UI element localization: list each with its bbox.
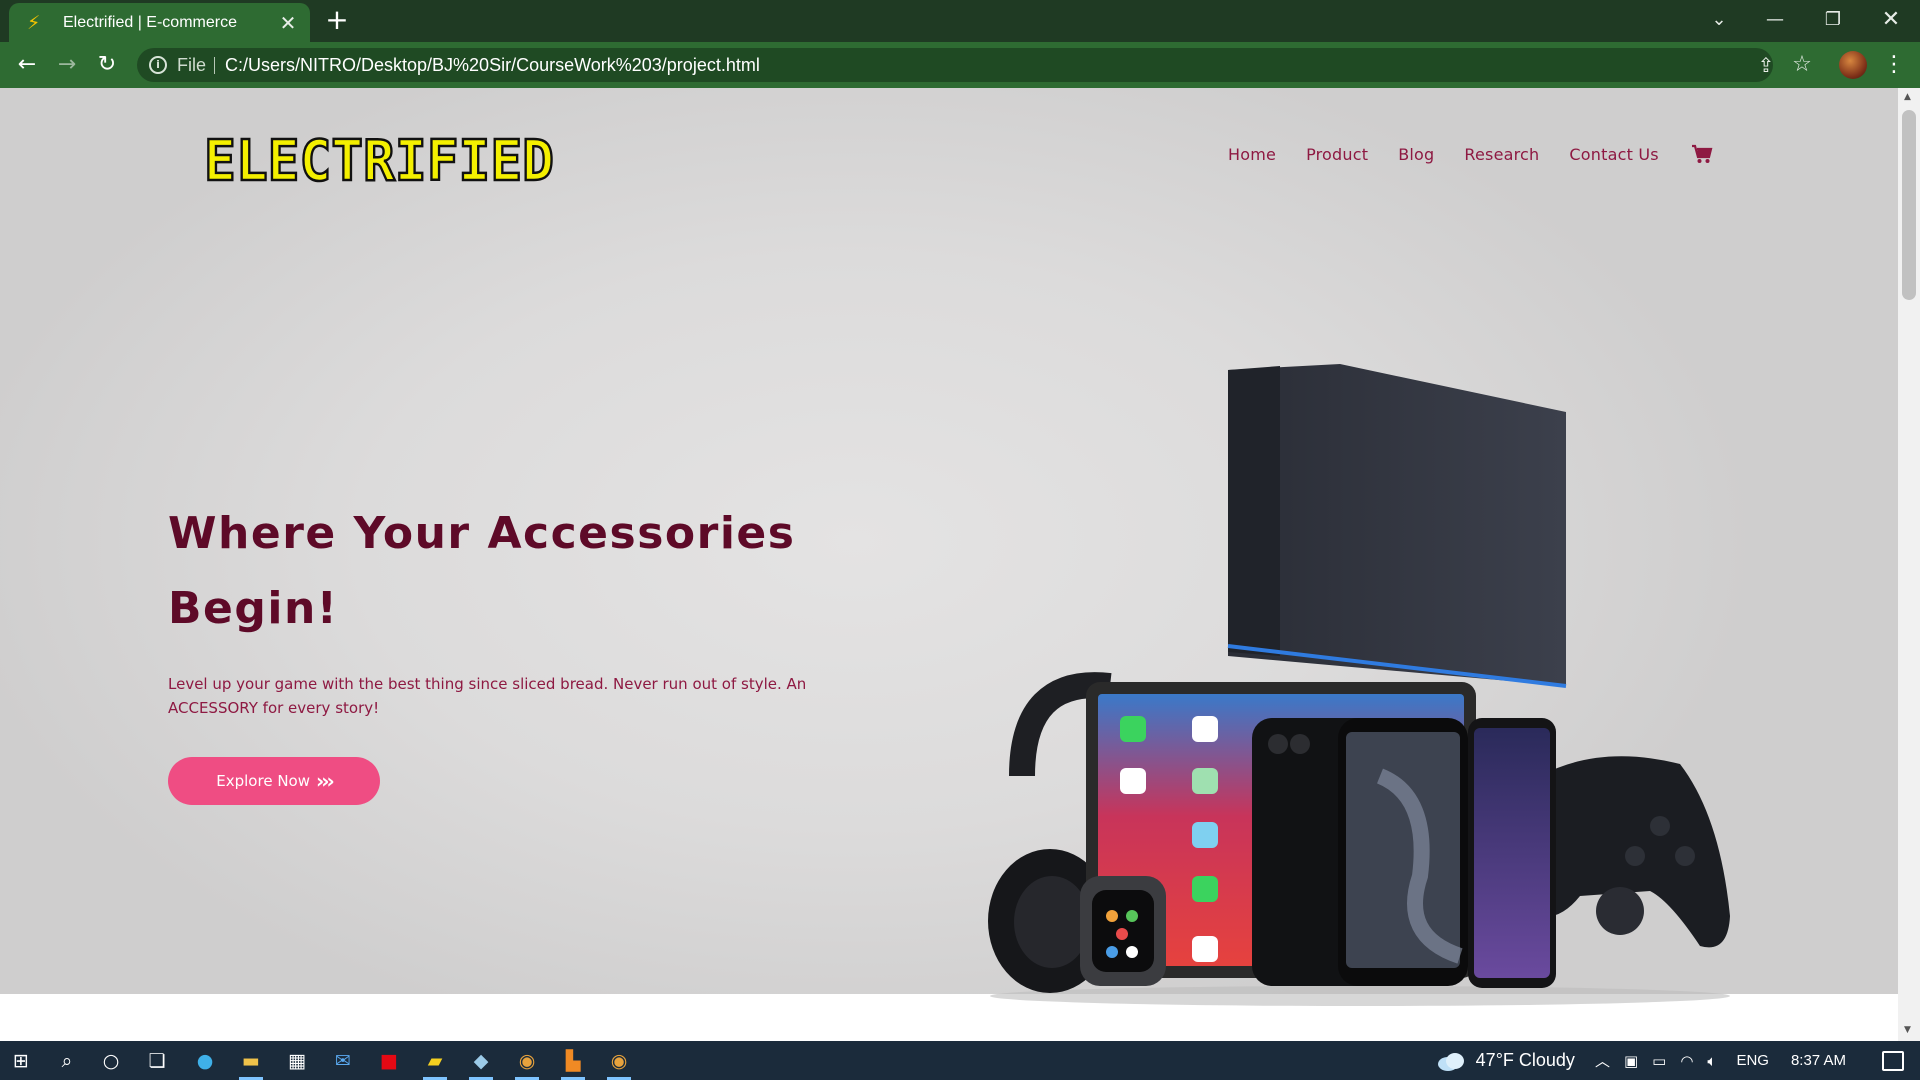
store-icon[interactable]: ▦ [280, 1046, 314, 1076]
chevrons-right-icon: ››› [316, 769, 335, 793]
explore-now-label: Explore Now [216, 772, 310, 790]
search-icon[interactable]: ⌕ [50, 1046, 84, 1076]
back-arrow-icon[interactable]: ← [11, 49, 43, 81]
scheme-label: File [177, 55, 207, 75]
site-logo[interactable]: ELECTRIFIED [200, 124, 560, 194]
hero-section: ELECTRIFIED Home Product Blog Research C… [0, 88, 1898, 1006]
profile-avatar[interactable] [1839, 51, 1867, 79]
windows-taskbar: ⊞ ⌕ ○ ❏ ● ▬ ▦ ✉ ■ ▰ ◆ ◉ ▙ ◉ 47°F Cloudy … [0, 1041, 1920, 1080]
edge-icon[interactable]: ● [188, 1046, 222, 1076]
scrollbar-thumb[interactable] [1902, 110, 1916, 300]
weather-temp: 47°F [1475, 1050, 1514, 1070]
battery-icon[interactable]: ▭ [1652, 1052, 1666, 1070]
sublime-text-icon[interactable]: ▙ [556, 1046, 590, 1080]
wifi-icon[interactable]: ◠ [1680, 1052, 1693, 1070]
cart-icon[interactable] [1691, 144, 1713, 164]
page-viewport: ELECTRIFIED Home Product Blog Research C… [0, 88, 1898, 1041]
tab-search-icon[interactable]: ⌄ [1696, 4, 1742, 36]
device-icon[interactable]: ▣ [1624, 1052, 1638, 1070]
explore-now-button[interactable]: Explore Now ››› [168, 757, 380, 805]
windows-start-icon[interactable]: ⊞ [4, 1046, 38, 1076]
page-scrollbar[interactable]: ▲ ▼ [1898, 88, 1920, 1041]
hero-product-image [988, 364, 1730, 1006]
nav-research[interactable]: Research [1464, 145, 1539, 164]
mail-icon[interactable]: ✉ [326, 1046, 360, 1076]
chrome-icon-2[interactable]: ◉ [602, 1046, 636, 1080]
cloud-icon[interactable] [1436, 1050, 1466, 1072]
nav-contact-us[interactable]: Contact Us [1569, 145, 1658, 164]
bookmark-star-icon[interactable]: ☆ [1788, 49, 1816, 81]
sticky-notes-icon[interactable]: ▰ [418, 1046, 452, 1080]
hero-description: Level up your game with the best thing s… [168, 675, 807, 717]
notification-icon[interactable] [1882, 1050, 1904, 1071]
forward-arrow-icon[interactable]: → [51, 49, 83, 81]
task-view-icon[interactable]: ❏ [140, 1046, 174, 1076]
browser-toolbar: ← → ↻ i File C:/Users/NITRO/Desktop/BJ%2… [0, 42, 1920, 88]
tab-close-icon[interactable]: ✕ [278, 11, 298, 35]
netflix-icon[interactable]: ■ [372, 1046, 406, 1076]
weather-condition: Cloudy [1518, 1050, 1575, 1070]
volume-icon[interactable]: 🔈︎ [1707, 1052, 1716, 1070]
app-icon[interactable]: ◆ [464, 1046, 498, 1080]
window-close-icon[interactable]: ✕ [1868, 4, 1914, 36]
svg-text:ELECTRIFIED: ELECTRIFIED [204, 129, 554, 194]
nav-product[interactable]: Product [1306, 145, 1368, 164]
info-icon[interactable]: i [149, 56, 167, 74]
weather-readout[interactable]: 47°F Cloudy [1476, 1050, 1575, 1071]
hero-title: Where Your Accessories Begin! [168, 508, 796, 634]
address-separator [214, 57, 215, 74]
language-indicator[interactable]: ENG [1736, 1052, 1769, 1069]
scroll-up-icon[interactable]: ▲ [1904, 92, 1911, 102]
url-text[interactable]: C:/Users/NITRO/Desktop/BJ%20Sir/CourseWo… [225, 55, 760, 76]
kebab-menu-icon[interactable]: ⋮ [1880, 49, 1908, 81]
browser-tab[interactable]: ⚡ Electrified | E-commerce ✕ [9, 3, 310, 42]
cortana-icon[interactable]: ○ [94, 1046, 128, 1076]
chrome-icon[interactable]: ◉ [510, 1046, 544, 1080]
main-nav: Home Product Blog Research Contact Us [1228, 144, 1713, 164]
system-tray: 47°F Cloudy ︿ ▣ ▭ ◠ 🔈︎ ENG 8:37 AM [1436, 1041, 1920, 1080]
share-icon[interactable]: ⇪ [1752, 49, 1780, 81]
reload-icon[interactable]: ↻ [91, 49, 123, 81]
lightning-icon: ⚡ [27, 11, 41, 34]
nav-home[interactable]: Home [1228, 145, 1276, 164]
restore-icon[interactable]: ❐ [1810, 4, 1856, 36]
new-tab-button[interactable]: + [322, 6, 352, 36]
browser-titlebar: ⚡ Electrified | E-commerce ✕ + ⌄ — ❐ ✕ [0, 0, 1920, 42]
file-explorer-icon[interactable]: ▬ [234, 1046, 268, 1080]
minimize-icon[interactable]: — [1752, 4, 1798, 36]
chevron-up-icon[interactable]: ︿ [1595, 1050, 1610, 1071]
nav-blog[interactable]: Blog [1398, 145, 1434, 164]
tab-title: Electrified | E-commerce [63, 13, 237, 31]
clock[interactable]: 8:37 AM [1791, 1052, 1846, 1069]
scroll-down-icon[interactable]: ▼ [1904, 1025, 1911, 1035]
address-bar[interactable]: i File C:/Users/NITRO/Desktop/BJ%20Sir/C… [137, 48, 1773, 82]
